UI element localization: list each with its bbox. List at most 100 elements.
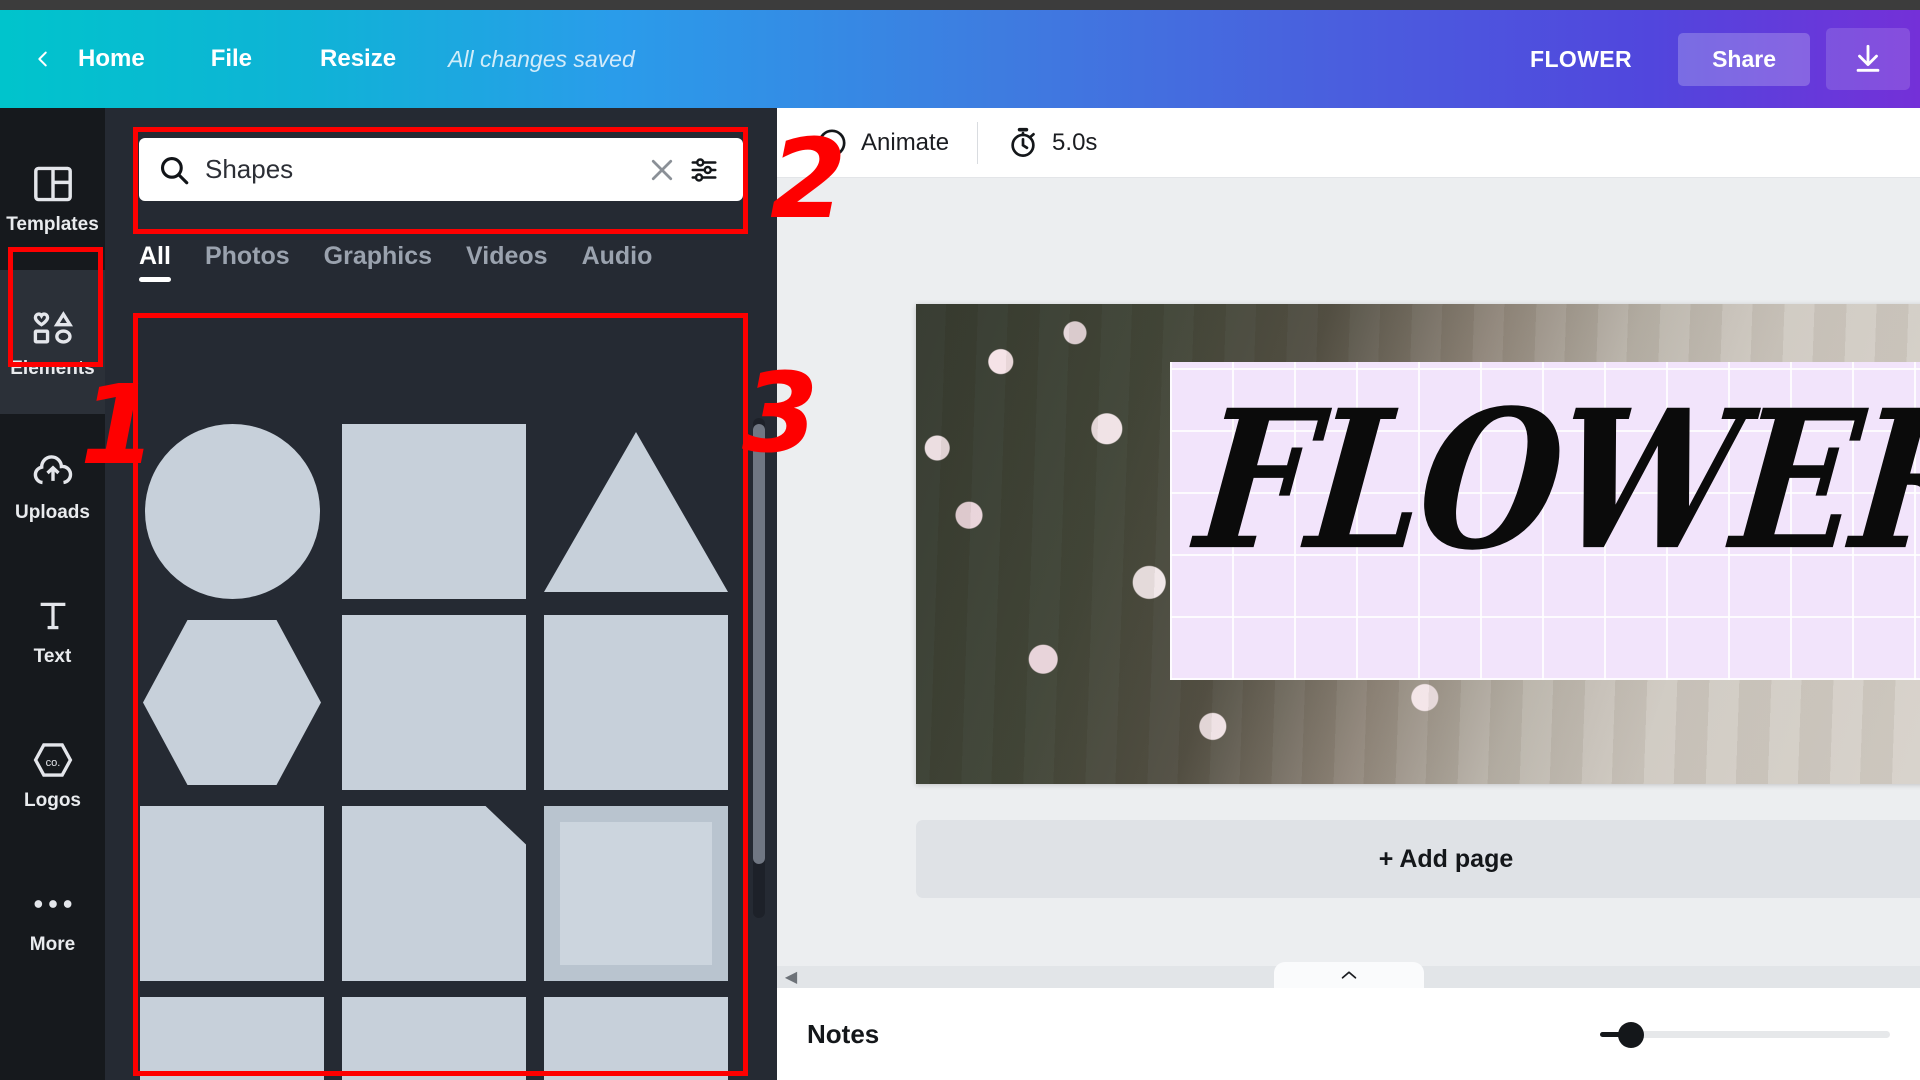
save-status: All changes saved bbox=[448, 45, 635, 72]
elements-panel: Shapes All Photos Graphics Videos Audio bbox=[105, 108, 777, 1080]
shape-result-circle[interactable] bbox=[139, 424, 325, 599]
search-row: Shapes bbox=[105, 108, 777, 223]
shape-result-square[interactable] bbox=[139, 806, 325, 981]
sidebar-label-uploads: Uploads bbox=[15, 501, 90, 523]
square-shape bbox=[342, 997, 526, 1080]
square-shape bbox=[342, 424, 526, 599]
search-input[interactable]: Shapes bbox=[205, 154, 641, 185]
shape-result-folded[interactable] bbox=[341, 806, 527, 981]
animate-label: Animate bbox=[861, 128, 950, 156]
toolbar-divider bbox=[977, 121, 979, 164]
download-button[interactable] bbox=[1826, 28, 1910, 90]
sidebar-label-templates: Templates bbox=[6, 213, 99, 235]
clear-search-button[interactable] bbox=[641, 149, 683, 191]
framed-square-shape bbox=[544, 806, 728, 981]
animate-button[interactable]: Animate bbox=[793, 119, 971, 167]
close-icon bbox=[651, 159, 673, 180]
tab-audio[interactable]: Audio bbox=[582, 242, 653, 285]
shape-results-grid bbox=[105, 404, 777, 1080]
filter-button[interactable] bbox=[683, 149, 725, 191]
sidebar-item-logos[interactable]: co. Logos bbox=[0, 702, 105, 846]
stopwatch-icon bbox=[1011, 127, 1035, 157]
hexagon-shape bbox=[143, 620, 321, 785]
sidebar-item-uploads[interactable]: Uploads bbox=[0, 414, 105, 558]
shape-result-square[interactable] bbox=[543, 615, 729, 790]
share-button[interactable]: Share bbox=[1678, 32, 1810, 86]
rail-spacer bbox=[0, 108, 105, 126]
notes-button[interactable]: Notes bbox=[807, 1019, 879, 1050]
zoom-slider-track[interactable] bbox=[1618, 1021, 1890, 1048]
ellipsis-icon bbox=[31, 881, 75, 927]
resize-button[interactable]: Resize bbox=[308, 45, 408, 73]
zoom-control bbox=[1600, 1021, 1890, 1048]
sidebar-label-logos: Logos bbox=[24, 789, 81, 811]
sidebar-label-elements: Elements bbox=[10, 357, 95, 379]
header-left-group: Home File Resize All changes saved bbox=[0, 10, 635, 108]
expand-notes-tab[interactable] bbox=[1273, 962, 1424, 988]
left-rail: Templates Elements Uploads Text co. Logo… bbox=[0, 108, 105, 1080]
sidebar-item-text[interactable]: Text bbox=[0, 558, 105, 702]
sliders-icon bbox=[691, 157, 717, 182]
shape-result-square[interactable] bbox=[341, 424, 527, 599]
elements-icon bbox=[29, 305, 77, 351]
sidebar-item-templates[interactable]: Templates bbox=[0, 126, 105, 270]
app-header: Home File Resize All changes saved FLOWE… bbox=[0, 10, 1920, 108]
canvas-toolbar: Animate 5.0s bbox=[777, 108, 1920, 178]
text-icon bbox=[36, 593, 70, 639]
file-menu[interactable]: File bbox=[199, 45, 264, 73]
sidebar-label-text: Text bbox=[33, 645, 72, 667]
sidebar-item-more[interactable]: More bbox=[0, 846, 105, 990]
upload-cloud-icon bbox=[32, 449, 74, 495]
shape-result-square[interactable] bbox=[543, 997, 729, 1080]
document-title[interactable]: FLOWER bbox=[1530, 46, 1632, 73]
logos-icon: co. bbox=[32, 737, 74, 783]
svg-text:co.: co. bbox=[45, 757, 60, 769]
zoom-slider-knob[interactable] bbox=[1618, 1021, 1644, 1048]
add-page-button[interactable]: + Add page bbox=[916, 820, 1920, 898]
scroll-left-caret-icon[interactable]: ◀ bbox=[777, 967, 805, 987]
design-page[interactable]: FLOWER bbox=[916, 304, 1920, 784]
square-shape bbox=[140, 997, 324, 1080]
panel-scrollbar-thumb[interactable] bbox=[753, 424, 765, 864]
tab-all[interactable]: All bbox=[139, 242, 171, 285]
square-shape bbox=[544, 997, 728, 1080]
square-shape bbox=[140, 806, 324, 981]
templates-icon bbox=[33, 161, 73, 207]
shape-result-square[interactable] bbox=[341, 615, 527, 790]
folded-corner-shape bbox=[342, 806, 526, 981]
tab-graphics[interactable]: Graphics bbox=[324, 242, 432, 285]
design-wordmark: FLOWER bbox=[1188, 368, 1920, 594]
download-icon bbox=[1856, 44, 1880, 72]
shape-result-square[interactable] bbox=[139, 997, 325, 1080]
bottom-bar: Notes bbox=[777, 988, 1920, 1080]
chevron-up-icon bbox=[1341, 971, 1356, 979]
animate-icon bbox=[818, 128, 846, 157]
window-chrome-strip bbox=[0, 0, 1920, 10]
add-page-label: + Add page bbox=[1378, 844, 1514, 873]
page-duration-button[interactable]: 5.0s bbox=[984, 119, 1119, 167]
header-right-group: FLOWER Share bbox=[1530, 10, 1920, 108]
shape-result-square[interactable] bbox=[341, 997, 527, 1080]
square-shape bbox=[342, 615, 526, 790]
triangle-shape bbox=[544, 431, 728, 592]
shape-result-hexagon[interactable] bbox=[139, 615, 325, 790]
back-chevron-icon[interactable] bbox=[26, 42, 60, 76]
sidebar-label-more: More bbox=[29, 933, 76, 955]
tab-videos[interactable]: Videos bbox=[466, 242, 548, 285]
search-box[interactable]: Shapes bbox=[139, 138, 743, 201]
tab-photos[interactable]: Photos bbox=[205, 242, 290, 285]
panel-scrollbar[interactable] bbox=[753, 418, 765, 918]
home-button[interactable]: Home bbox=[66, 45, 157, 73]
square-shape bbox=[544, 615, 728, 790]
canva-editor: Home File Resize All changes saved FLOWE… bbox=[0, 0, 1920, 1080]
canvas-stage: Animate 5.0s FLOWER + Add page ◀ Notes bbox=[777, 108, 1920, 1080]
shape-result-triangle[interactable] bbox=[543, 424, 729, 599]
page-duration-value: 5.0s bbox=[1052, 128, 1098, 156]
category-tabs: All Photos Graphics Videos Audio bbox=[105, 223, 777, 285]
search-icon bbox=[160, 156, 189, 184]
results-scroll-area[interactable] bbox=[105, 404, 777, 1080]
circle-shape bbox=[144, 424, 320, 599]
sidebar-item-elements[interactable]: Elements bbox=[0, 270, 105, 414]
text-overlay-panel[interactable]: FLOWER bbox=[1170, 362, 1920, 680]
shape-result-framed[interactable] bbox=[543, 806, 729, 981]
